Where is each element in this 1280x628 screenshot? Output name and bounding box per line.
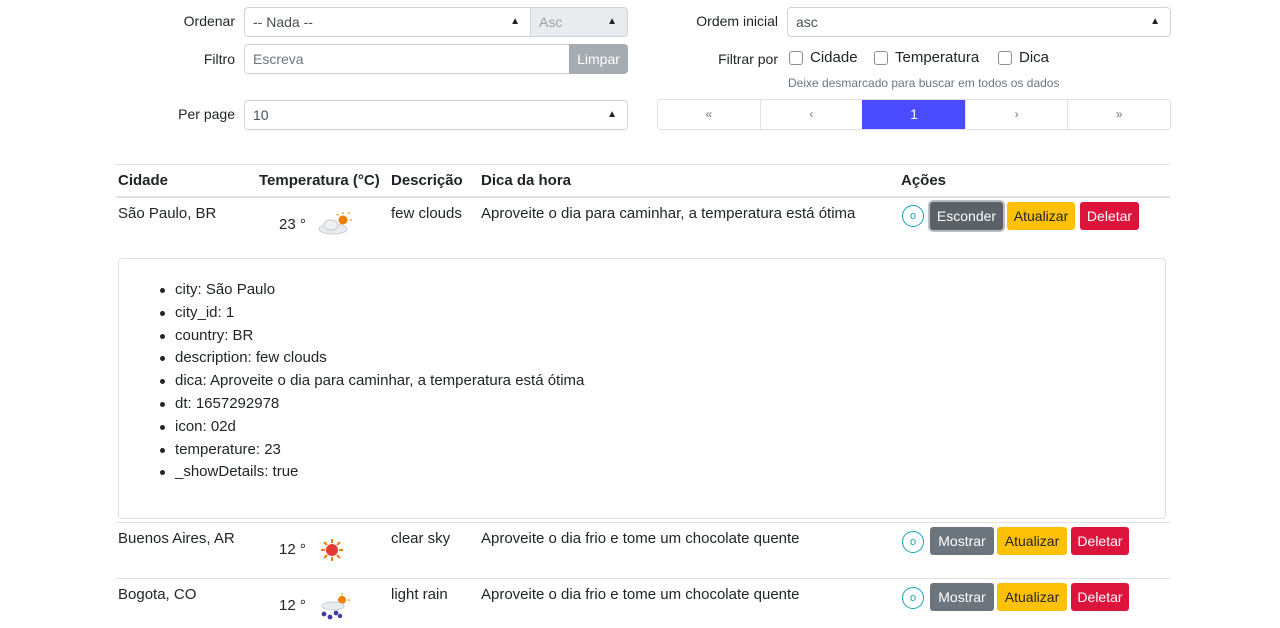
per-page-select[interactable]: 10 ▲ <box>244 100 628 130</box>
checkbox-dica[interactable] <box>998 51 1012 65</box>
few-clouds-icon <box>318 211 352 235</box>
header-descricao: Descrição <box>391 172 463 189</box>
cell-city: Bogota, CO <box>118 586 197 603</box>
cell-tip: Aproveite o dia frio e tome um chocolate… <box>481 530 800 547</box>
filtro-label: Filtro <box>203 51 235 67</box>
list-item: icon: 02d <box>159 416 584 439</box>
checkbox-temperatura-label[interactable]: Temperatura <box>895 49 979 66</box>
rain-icon <box>321 593 350 620</box>
cell-temperature: 12 ° <box>279 597 306 614</box>
details-panel: city: São Paulo city_id: 1 country: BR d… <box>118 258 1166 519</box>
per-page-label: Per page <box>178 106 235 122</box>
update-button[interactable]: Atualizar <box>1007 202 1075 230</box>
update-button[interactable]: Atualizar <box>997 583 1067 611</box>
cell-description: clear sky <box>391 530 451 547</box>
filtro-input[interactable]: Escreva <box>244 44 570 74</box>
row-circle-button[interactable]: o <box>902 587 924 609</box>
header-temperatura: Temperatura (°C) <box>259 172 380 189</box>
select-caret-icon: ▲ <box>510 16 520 27</box>
row-circle-button[interactable]: o <box>902 205 924 227</box>
pager-first[interactable]: « <box>658 100 760 129</box>
list-item: city_id: 1 <box>159 302 584 325</box>
asc-value: Asc <box>539 14 563 30</box>
checkbox-cidade-label[interactable]: Cidade <box>810 49 858 66</box>
list-item: dica: Aproveite o dia para caminhar, a t… <box>159 370 584 393</box>
filter-hint: Deixe desmarcado para buscar em todos os… <box>788 76 1060 90</box>
ordem-inicial-select[interactable]: asc ▲ <box>787 7 1171 37</box>
cell-temperature: 12 ° <box>279 541 306 558</box>
ordem-inicial-value: asc <box>796 14 818 30</box>
cell-description: few clouds <box>391 205 462 222</box>
cell-tip: Aproveite o dia frio e tome um chocolate… <box>481 586 800 603</box>
header-divider <box>116 196 1170 198</box>
hide-details-button[interactable]: Esconder <box>930 202 1003 230</box>
checkbox-dica-label[interactable]: Dica <box>1019 49 1049 66</box>
ordenar-select[interactable]: -- Nada -- ▲ <box>244 7 531 37</box>
cell-tip: Aproveite o dia para caminhar, a tempera… <box>481 205 856 222</box>
filtro-placeholder: Escreva <box>253 51 304 67</box>
delete-button[interactable]: Deletar <box>1071 583 1129 611</box>
pager-next[interactable]: › <box>964 100 1068 129</box>
checkbox-temperatura[interactable] <box>874 51 888 65</box>
limpar-button[interactable]: Limpar <box>569 44 628 74</box>
row-divider <box>116 578 1170 579</box>
cell-temperature: 23 ° <box>279 216 306 233</box>
row-divider <box>116 522 1170 523</box>
details-list: city: São Paulo city_id: 1 country: BR d… <box>159 279 584 484</box>
cell-city: São Paulo, BR <box>118 205 217 222</box>
header-cidade: Cidade <box>118 172 169 189</box>
cell-city: Buenos Aires, AR <box>118 530 235 547</box>
checkbox-cidade[interactable] <box>789 51 803 65</box>
per-page-value: 10 <box>253 107 269 123</box>
show-details-button[interactable]: Mostrar <box>930 527 994 555</box>
select-caret-icon: ▲ <box>607 16 617 27</box>
header-acoes: Ações <box>901 172 947 189</box>
delete-button[interactable]: Deletar <box>1071 527 1129 555</box>
filtrar-por-label: Filtrar por <box>718 51 778 67</box>
row-circle-button[interactable]: o <box>902 531 924 553</box>
list-item: city: São Paulo <box>159 279 584 302</box>
show-details-button[interactable]: Mostrar <box>930 583 994 611</box>
header-dica: Dica da hora <box>481 172 572 189</box>
delete-button[interactable]: Deletar <box>1080 202 1139 230</box>
list-item: country: BR <box>159 325 584 348</box>
select-caret-icon: ▲ <box>607 109 617 120</box>
list-item: temperature: 23 <box>159 439 584 462</box>
select-caret-icon: ▲ <box>1150 16 1160 27</box>
ordem-inicial-label: Ordem inicial <box>696 13 778 29</box>
pagination: « ‹ 1 › » <box>657 99 1171 130</box>
pager-prev[interactable]: ‹ <box>759 100 863 129</box>
asc-select: Asc ▲ <box>530 7 628 37</box>
pager-page-1[interactable]: 1 <box>862 100 965 129</box>
ordenar-label: Ordenar <box>183 13 235 29</box>
table-top-border <box>116 164 1170 165</box>
list-item: description: few clouds <box>159 347 584 370</box>
ordenar-value: -- Nada -- <box>253 14 313 30</box>
list-item: dt: 1657292978 <box>159 393 584 416</box>
cell-description: light rain <box>391 586 448 603</box>
pager-last[interactable]: » <box>1067 100 1170 129</box>
list-item: _showDetails: true <box>159 461 584 484</box>
update-button[interactable]: Atualizar <box>997 527 1067 555</box>
sun-icon <box>321 539 343 561</box>
